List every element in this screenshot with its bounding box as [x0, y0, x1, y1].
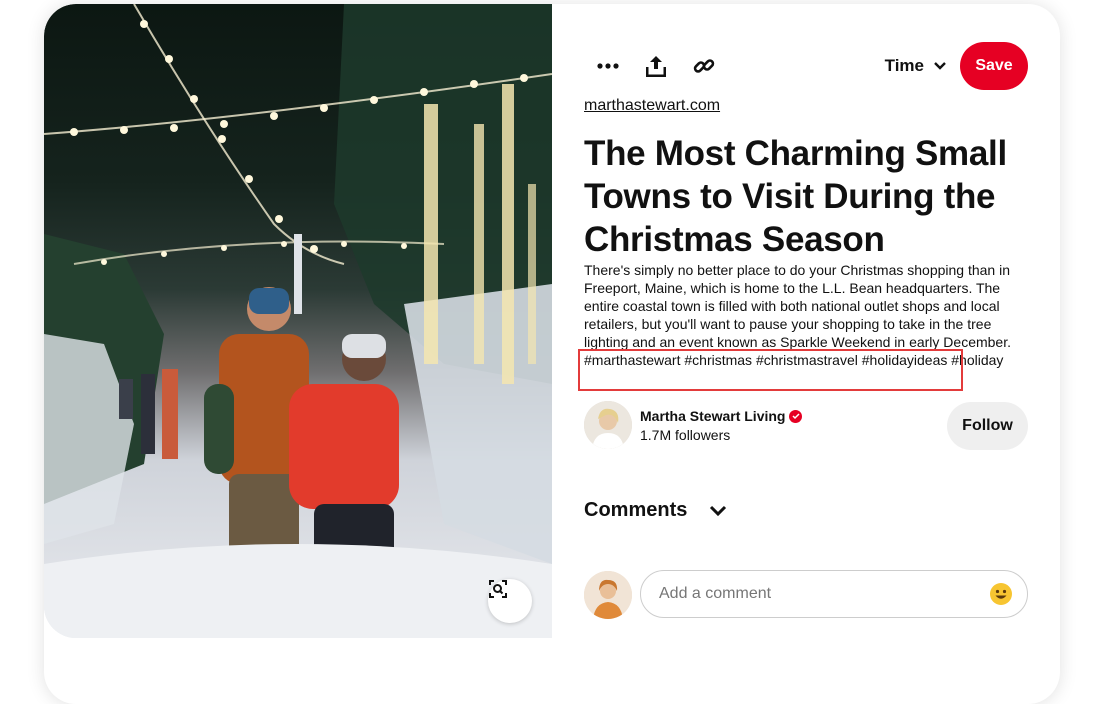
pin-title: The Most Charming Small Towns to Visit D… [584, 134, 1007, 259]
user-avatar-image [584, 571, 632, 619]
visual-search-icon [489, 580, 507, 598]
share-button[interactable] [636, 46, 676, 86]
link-icon [693, 59, 715, 73]
follower-count: 1.7M followers [640, 427, 731, 443]
comments-heading: Comments [584, 499, 688, 521]
verified-icon [789, 409, 803, 423]
pin-card: Time Save marthastewart.com The Most Cha… [44, 4, 1060, 704]
board-select-dropdown[interactable]: Time [885, 50, 946, 82]
creator-avatar-image [584, 401, 632, 449]
chevron-down-icon [710, 505, 727, 516]
comment-composer [584, 570, 1028, 620]
creator-avatar[interactable] [584, 401, 632, 449]
pin-photo-illustration [44, 4, 552, 638]
pin-toolbar: Time Save [584, 42, 1028, 90]
creator-name-link[interactable]: Martha Stewart Living [640, 408, 803, 424]
copy-link-button[interactable] [684, 46, 724, 86]
visual-search-button[interactable] [488, 579, 532, 623]
save-button[interactable]: Save [960, 42, 1028, 90]
pin-description: There's simply no better place to do you… [584, 262, 1011, 368]
chevron-down-icon [934, 62, 946, 70]
pin-image[interactable] [44, 4, 552, 638]
source-link[interactable]: marthastewart.com [584, 97, 720, 115]
user-avatar[interactable] [584, 571, 632, 619]
more-icon [597, 63, 619, 69]
pin-details-panel: Time Save marthastewart.com The Most Cha… [578, 4, 1028, 657]
follow-button[interactable]: Follow [947, 402, 1028, 450]
share-icon [646, 56, 666, 77]
smiley-icon [990, 583, 1012, 605]
creator-info: Martha Stewart Living 1.7M followers Fol… [584, 401, 1028, 453]
comments-toggle[interactable]: Comments [584, 499, 727, 522]
more-options-button[interactable] [588, 46, 628, 86]
creator-name: Martha Stewart Living [640, 408, 786, 424]
comment-input[interactable] [640, 570, 1028, 618]
emoji-button[interactable] [990, 583, 1012, 605]
board-select-label: Time [884, 56, 924, 75]
